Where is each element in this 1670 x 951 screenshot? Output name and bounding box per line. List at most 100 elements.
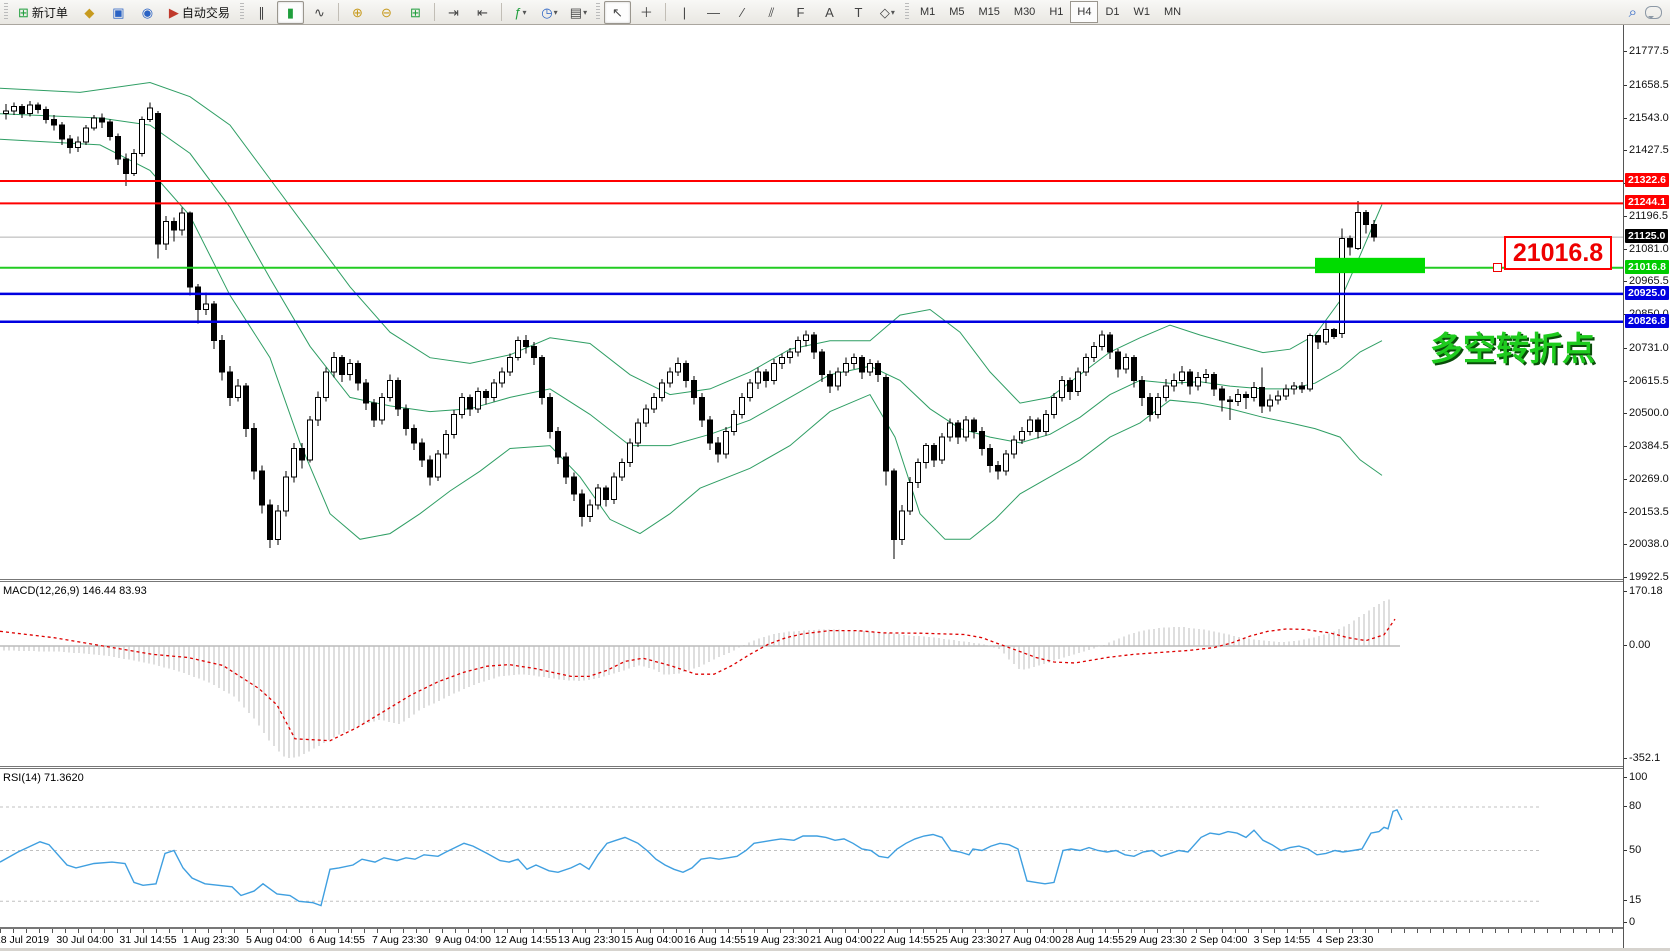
periods-button[interactable]: ◷ ▾ (536, 1, 563, 24)
trendline-tool-button[interactable]: ∕ (729, 1, 756, 24)
price-axis-tick: 20269.0 (1624, 472, 1669, 485)
time-axis-label: 28 Jul 2019 (0, 934, 50, 946)
auto-trading-icon: ▶ (168, 4, 179, 20)
macd-label: MACD(12,26,9) 146.44 83.93 (3, 585, 147, 597)
time-axis-label: 9 Aug 04:00 (434, 934, 492, 946)
price-axis-tick: 20731.0 (1624, 341, 1669, 354)
horizontal-line-tool-button[interactable]: — (700, 1, 727, 24)
cursor-tool-button[interactable]: ↖ (603, 0, 631, 24)
funnel-icon[interactable]: ◆ (76, 1, 103, 24)
new-order-label: 新订单 (31, 5, 68, 20)
label-tool-button[interactable]: T (845, 1, 872, 24)
price-badge: 20826.8 (1625, 313, 1669, 328)
green-line-endpoint-marker[interactable] (1493, 263, 1502, 272)
timeframe-m1-button[interactable]: M1 (913, 1, 942, 23)
price-axis[interactable]: 21777.521658.521543.021427.521312.021196… (1623, 25, 1670, 948)
price-badge: 21016.8 (1625, 259, 1669, 274)
auto-trading-label: 自动交易 (181, 5, 230, 20)
time-axis-label: 5 Aug 04:00 (245, 934, 303, 946)
rsi-indicator-panel[interactable]: RSI(14) 71.3620 (0, 769, 1623, 928)
price-axis-tick: 21777.5 (1624, 45, 1669, 57)
annotation-text: 多空转折点 (1430, 330, 1595, 367)
bar-chart-button[interactable]: ∥ (248, 1, 275, 24)
price-axis-tick: 19922.5 (1624, 571, 1669, 584)
templates-button[interactable]: ▤ ▾ (565, 1, 592, 24)
timeframe-m30-button[interactable]: M30 (1007, 1, 1042, 23)
price-axis-tick: 50 (1623, 843, 1642, 856)
time-axis-label: 15 Aug 04:00 (621, 934, 683, 946)
tile-windows-button[interactable]: ⊞ (402, 1, 429, 24)
green-zone-rectangle (1315, 257, 1425, 274)
time-axis-label: 7 Aug 23:30 (371, 934, 429, 946)
price-badge: 21322.6 (1625, 173, 1669, 188)
toolbar-grip[interactable] (239, 3, 244, 21)
price-callout-label[interactable]: 21016.8 (1504, 236, 1612, 270)
time-axis-label: 27 Aug 04:00 (999, 934, 1061, 946)
trading-terminal-window: ⊞ 新订单 ◆ ▣ ◉ ▶ 自动交易 ∥ ▮ ∿ ⊕ ⊖ ⊞ ⇥ ⇤ ƒ ▾ ◷ ▾… (0, 0, 1670, 951)
price-axis-tick: 20615.5 (1624, 374, 1669, 387)
signal-icon[interactable]: ◉ (134, 1, 161, 24)
toolbar-grip[interactable] (904, 3, 909, 21)
chart-shift-button[interactable]: ⇤ (469, 1, 496, 24)
price-badge: 20925.0 (1625, 285, 1669, 300)
zoom-out-button[interactable]: ⊖ (373, 1, 400, 24)
price-axis-tick: 20153.5 (1624, 505, 1669, 518)
time-axis-label: 31 Jul 14:55 (119, 934, 177, 946)
crosshair-tool-button[interactable]: ＋ (633, 1, 660, 24)
price-axis-tick: 21427.5 (1624, 144, 1669, 157)
line-chart-button[interactable]: ∿ (306, 1, 333, 24)
price-axis-tick: 21658.5 (1624, 78, 1669, 91)
rsi-label: RSI(14) 71.3620 (3, 772, 84, 784)
timeframe-m15-button[interactable]: M15 (972, 1, 1007, 23)
timeframe-h1-button[interactable]: H1 (1042, 1, 1070, 23)
price-axis-tick: 20384.5 (1624, 440, 1669, 453)
macd-indicator-panel[interactable]: MACD(12,26,9) 146.44 83.93 (0, 582, 1623, 766)
time-axis-label: 30 Jul 04:00 (56, 934, 114, 946)
time-axis-label: 21 Aug 04:00 (810, 934, 872, 946)
new-order-button[interactable]: ⊞ 新订单 (12, 1, 74, 24)
time-axis-label: 13 Aug 23:30 (558, 934, 620, 946)
auto-trading-button[interactable]: ▶ 自动交易 (163, 1, 236, 24)
time-axis-label: 16 Aug 14:55 (684, 934, 746, 946)
timeframe-w1-button[interactable]: W1 (1127, 1, 1158, 23)
time-axis-label: 22 Aug 14:55 (873, 934, 935, 946)
indicators-button[interactable]: ƒ ▾ (507, 1, 534, 24)
toolbar-grip[interactable] (595, 3, 600, 21)
time-axis-label: 6 Aug 14:55 (308, 934, 366, 946)
price-axis-tick: 80 (1623, 800, 1642, 812)
shapes-tool-button[interactable]: ◇ ▾ (874, 1, 901, 24)
price-axis-tick: 170.18 (1624, 584, 1663, 597)
new-order-icon: ⊞ (18, 4, 29, 20)
price-axis-tick: -352.1 (1623, 751, 1661, 764)
fibonacci-tool-button[interactable]: F (787, 1, 814, 24)
price-axis-tick: 21196.5 (1624, 209, 1668, 222)
vertical-line-tool-button[interactable]: | (671, 1, 698, 24)
time-axis-label: 1 Aug 23:30 (182, 934, 240, 946)
main-toolbar: ⊞ 新订单 ◆ ▣ ◉ ▶ 自动交易 ∥ ▮ ∿ ⊕ ⊖ ⊞ ⇥ ⇤ ƒ ▾ ◷ ▾… (0, 0, 1670, 25)
price-axis-tick: 15 (1623, 894, 1642, 907)
timeframe-mn-button[interactable]: MN (1157, 1, 1188, 23)
main-price-chart[interactable]: 多空转折点多空转折点 (0, 25, 1623, 579)
auto-scroll-button[interactable]: ⇥ (440, 1, 467, 24)
search-icon[interactable]: ⌕ (1629, 4, 1637, 21)
time-axis[interactable]: 28 Jul 2019 30 Jul 04:00 31 Jul 14:55 1 Aug… (0, 929, 1623, 948)
price-axis-tick: 20038.0 (1624, 538, 1669, 551)
time-axis-label: 19 Aug 23:30 (747, 934, 809, 946)
text-tool-button[interactable]: A (816, 1, 843, 24)
terminals-icon[interactable]: ▣ (105, 1, 132, 24)
timeframe-d1-button[interactable]: D1 (1098, 1, 1126, 23)
toolbar-grip[interactable] (4, 3, 8, 21)
chat-icon[interactable] (1645, 5, 1662, 19)
price-badge: 21244.1 (1625, 195, 1669, 210)
timeframe-h4-button[interactable]: H4 (1070, 1, 1099, 23)
channel-tool-button[interactable]: ⫽ (758, 1, 785, 24)
price-axis-tick: 20500.0 (1624, 407, 1669, 420)
time-axis-label: 3 Sep 14:55 (1253, 934, 1311, 946)
timeframe-m5-button[interactable]: M5 (942, 1, 971, 23)
price-axis-tick: 0 (1623, 916, 1636, 928)
time-axis-label: 29 Aug 23:30 (1125, 934, 1187, 946)
time-axis-label: 28 Aug 14:55 (1062, 934, 1124, 946)
candlestick-chart-button[interactable]: ▮ (276, 0, 304, 24)
zoom-in-button[interactable]: ⊕ (344, 1, 371, 24)
time-axis-label: 25 Aug 23:30 (936, 934, 998, 946)
